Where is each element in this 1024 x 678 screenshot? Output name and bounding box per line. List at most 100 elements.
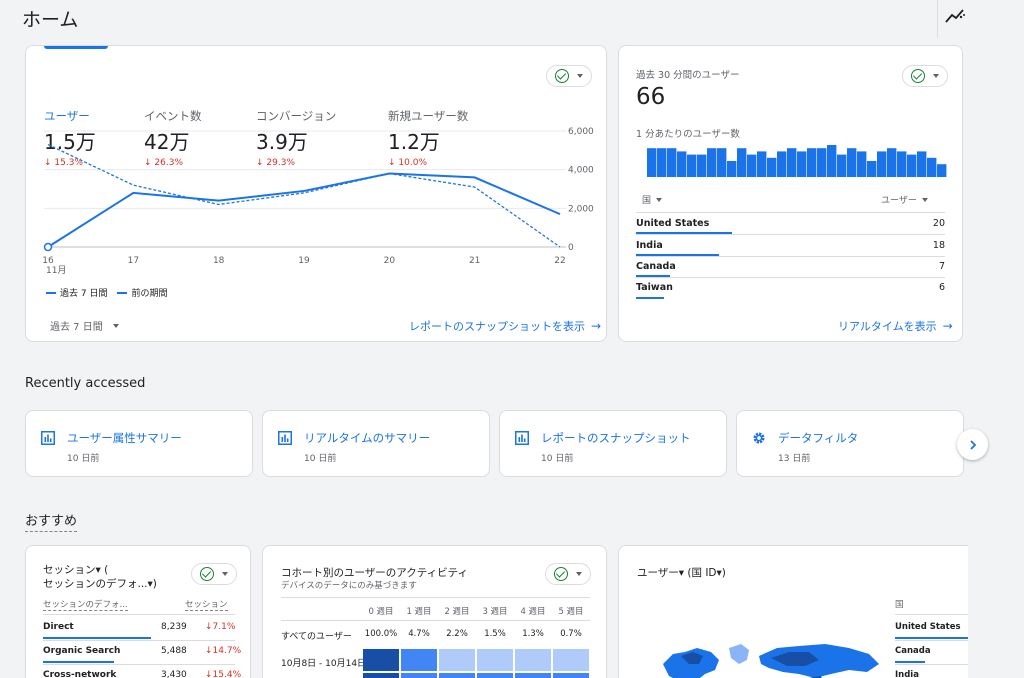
minute-bar[interactable] [797, 151, 807, 177]
table-divider [636, 256, 945, 257]
chevron-right-icon [969, 439, 976, 450]
sessions-title[interactable]: セッション▾ ( セッションのデフォ...▾) [43, 563, 157, 591]
cohort-cell[interactable] [401, 673, 437, 678]
recent-item-realtime[interactable]: リアルタイムのサマリー 10 日前 [262, 410, 490, 477]
minute-bar[interactable] [647, 148, 657, 177]
date-range-select[interactable]: 過去 7 日間 [50, 318, 119, 333]
legend-previous-label: 前の期間 [131, 289, 168, 299]
share-bar [895, 661, 925, 663]
cohort-cell[interactable] [477, 649, 513, 671]
cohort-value: 100.0% [364, 629, 398, 639]
minute-bar[interactable] [807, 148, 817, 177]
cohort-all-users-label: すべてのユーザー [281, 632, 352, 642]
minute-bar[interactable] [677, 151, 687, 177]
minute-bar[interactable] [707, 148, 717, 177]
cohort-week-header: 5 週目 [558, 607, 584, 617]
map-col-country: 国 [895, 600, 904, 610]
recent-item-demographics[interactable]: ユーザー属性サマリー 10 日前 [25, 410, 253, 477]
session-change: ↓14.7% [205, 646, 242, 656]
cohort-week-header: 3 週目 [482, 607, 508, 617]
map-country-name: India [895, 670, 919, 678]
minute-bar[interactable] [777, 151, 787, 177]
users-column-select[interactable]: ユーザー [881, 193, 928, 206]
active-tab-indicator [44, 46, 108, 49]
cohort-cell[interactable] [515, 673, 551, 678]
minute-bar[interactable] [937, 164, 947, 177]
cohort-status-dropdown[interactable] [545, 563, 591, 585]
minute-bar[interactable] [697, 154, 707, 177]
caret-down-icon [576, 572, 582, 576]
realtime-status-dropdown[interactable] [902, 65, 948, 87]
caret-down-icon [656, 197, 663, 202]
cohort-title: コホート別のユーザーのアクティビティ [281, 567, 469, 579]
cohort-cell[interactable] [439, 649, 475, 671]
view-report-snapshot-link[interactable]: レポートのスナップショットを表示 → [409, 318, 601, 334]
minute-bar[interactable] [767, 157, 777, 177]
table-divider [281, 597, 590, 598]
series-line-current [47, 172, 561, 248]
minute-bar[interactable] [857, 151, 867, 177]
minute-bar[interactable] [657, 148, 667, 177]
y-tick-label: 4,000 [568, 166, 594, 176]
minute-bar[interactable] [847, 148, 857, 177]
minute-bar[interactable] [687, 154, 697, 177]
users-column-label: ユーザー [881, 196, 917, 206]
sessions-col-dimension: セッションのデフォ... [43, 600, 128, 611]
data-point[interactable] [43, 242, 53, 252]
minute-bar[interactable] [877, 151, 887, 177]
minute-bar[interactable] [747, 154, 757, 177]
x-month-label: 11月 [46, 265, 66, 276]
minute-bar[interactable] [887, 148, 897, 177]
minute-bar[interactable] [817, 148, 827, 177]
overview-status-dropdown[interactable] [546, 65, 592, 87]
recent-item-label: レポートのスナップショット [541, 431, 691, 445]
cohort-cell[interactable] [401, 649, 437, 671]
cohort-week-header: 0 週目 [368, 607, 394, 617]
minute-bar[interactable] [897, 151, 907, 177]
table-row: Direct 8,239 ↓7.1% [43, 622, 235, 632]
minute-bar[interactable] [727, 161, 737, 177]
table-divider [895, 664, 968, 665]
minute-bar[interactable] [927, 157, 937, 177]
ga-home-page: ホーム ユーザー 1.5万 ↓ 15.3% イベント数 42万 ↓ 26.3% … [0, 0, 1024, 678]
minute-bar[interactable] [717, 148, 727, 177]
minute-bar[interactable] [737, 148, 747, 177]
cohort-cell[interactable] [363, 673, 399, 678]
cohort-cell[interactable] [553, 673, 589, 678]
per-minute-bar-chart [647, 145, 947, 177]
carousel-next-button[interactable] [957, 429, 988, 460]
sessions-status-dropdown[interactable] [191, 563, 237, 585]
cohort-cell[interactable] [439, 673, 475, 678]
cohort-cell[interactable] [553, 649, 589, 671]
country-name: India [636, 240, 663, 251]
insights-icon[interactable] [944, 6, 966, 26]
cohort-cell[interactable] [515, 649, 551, 671]
country-name: United States [636, 218, 710, 229]
recent-item-snapshot[interactable]: レポートのスナップショット 10 日前 [499, 410, 727, 477]
cohort-cell[interactable] [363, 649, 399, 671]
minute-bar[interactable] [827, 145, 837, 177]
session-change: ↓15.4% [205, 670, 242, 678]
minute-bar[interactable] [837, 154, 847, 177]
minute-bar[interactable] [787, 148, 797, 177]
minute-bar[interactable] [907, 154, 917, 177]
view-realtime-link[interactable]: リアルタイムを表示 → [838, 318, 953, 334]
country-column-select[interactable]: 国 [642, 193, 663, 206]
minute-bar[interactable] [917, 151, 927, 177]
date-range-label: 過去 7 日間 [50, 322, 103, 333]
cohort-cell[interactable] [477, 673, 513, 678]
caret-down-icon [933, 74, 939, 78]
cohort-row-label: 10月8日 - 10月14日 [281, 659, 367, 669]
minute-bar[interactable] [867, 161, 877, 177]
session-count: 8,239 [161, 622, 187, 632]
table-row: United States 20 [636, 218, 945, 229]
recent-item-data-filter[interactable]: データフィルタ 13 日前 [736, 410, 964, 477]
channel-name: Direct [43, 622, 74, 632]
view-realtime-label: リアルタイムを表示 [838, 320, 937, 333]
minute-bar[interactable] [757, 151, 767, 177]
map-title[interactable]: ユーザー▾ (国 ID▾) [637, 565, 726, 580]
check-circle-icon [555, 69, 569, 83]
sessions-title-line2: セッションのデフォ...▾) [43, 578, 157, 590]
minute-bar[interactable] [667, 148, 677, 177]
country-name: Canada [636, 261, 676, 272]
